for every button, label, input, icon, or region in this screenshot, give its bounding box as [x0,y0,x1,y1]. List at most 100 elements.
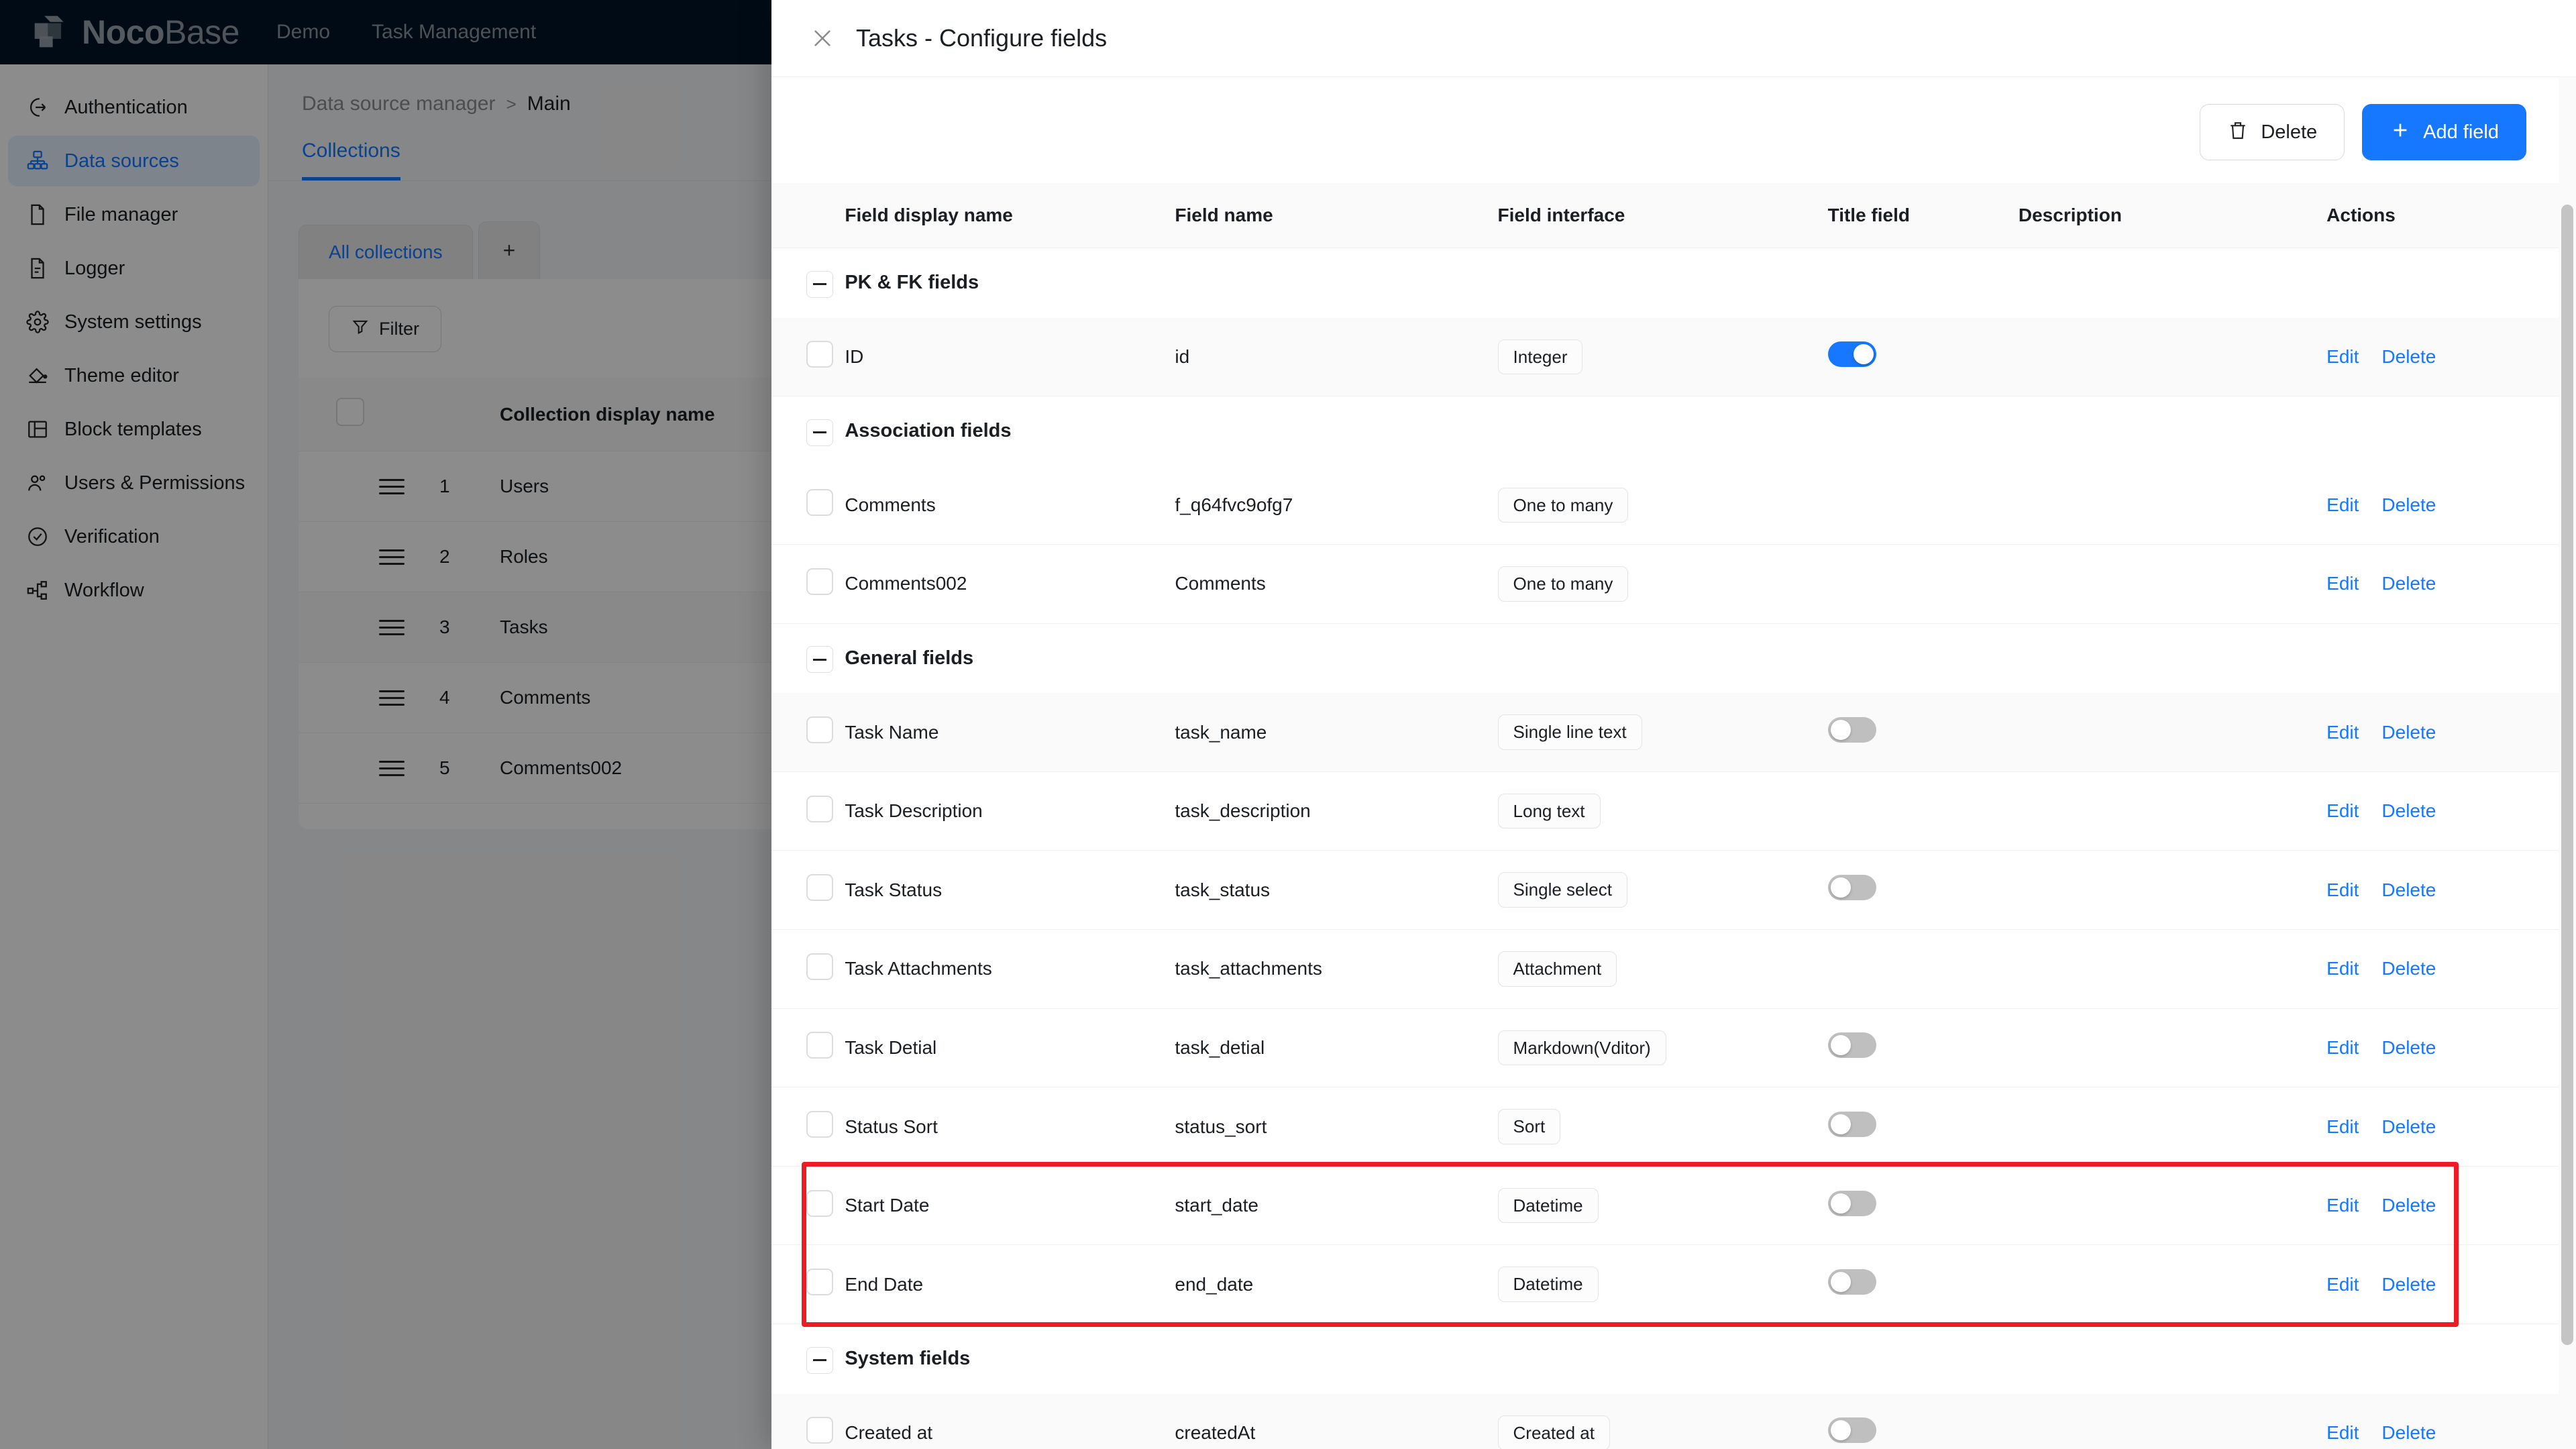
row-edit-link[interactable]: Edit [2326,958,2359,979]
table-row[interactable]: Task Detial task_detial Markdown(Vditor)… [771,1008,2576,1088]
group-header-row: Association fields [771,396,2576,466]
row-edit-link[interactable]: Edit [2326,1116,2359,1138]
collapse-group-icon[interactable] [806,419,833,446]
field-interface-tag: Sort [1497,1109,1561,1144]
row-checkbox[interactable] [806,1032,833,1059]
row-delete-link[interactable]: Delete [2381,1422,2436,1444]
row-edit-link[interactable]: Edit [2326,722,2359,743]
table-row[interactable]: Comments f_q64fvc9ofg7 One to many Edit D… [771,466,2576,545]
row-edit-link[interactable]: Edit [2326,573,2359,594]
field-interface-tag: One to many [1497,487,1629,523]
field-name: task_attachments [1175,929,1498,1009]
delete-button-label: Delete [2261,121,2318,143]
field-name: task_name [1175,693,1498,772]
field-name: end_date [1175,1244,1498,1325]
row-checkbox[interactable] [806,874,833,902]
row-checkbox[interactable] [806,795,833,822]
title-field-toggle[interactable] [1827,1032,1876,1059]
table-row[interactable]: ID id Integer Edit Delete [771,317,2576,397]
table-row[interactable]: Task Description task_description Long t… [771,771,2576,851]
title-field-toggle[interactable] [1827,717,1876,743]
field-name: start_date [1175,1166,1498,1246]
table-row[interactable]: Status Sort status_sort Sort Edit Delete [771,1087,2576,1167]
row-delete-link[interactable]: Delete [2381,800,2436,822]
row-checkbox[interactable] [806,489,833,517]
row-delete-link[interactable]: Delete [2381,1274,2436,1295]
row-checkbox[interactable] [806,341,833,368]
field-description [2018,544,2327,624]
delete-button[interactable]: Delete [2200,104,2345,160]
row-delete-link[interactable]: Delete [2381,722,2436,743]
row-edit-link[interactable]: Edit [2326,494,2359,516]
collapse-group-icon[interactable] [806,646,833,674]
add-field-button[interactable]: Add field [2362,104,2526,160]
row-edit-link[interactable]: Edit [2326,1274,2359,1295]
collapse-group-icon[interactable] [806,1346,833,1374]
field-description [2018,1087,2327,1167]
row-checkbox[interactable] [806,716,833,744]
table-row[interactable]: Comments002 Comments One to many Edit Del… [771,544,2576,624]
title-field-toggle[interactable] [1827,1269,1876,1295]
field-display-name: ID [845,317,1175,397]
select-all-header [771,183,845,248]
table-row[interactable]: Task Name task_name Single line text Edi… [771,693,2576,772]
row-edit-link[interactable]: Edit [2326,800,2359,822]
field-display-name: Task Description [845,771,1175,851]
field-interface-tag: Datetime [1497,1267,1599,1303]
row-delete-link[interactable]: Delete [2381,879,2436,901]
row-edit-link[interactable]: Edit [2326,1422,2359,1444]
close-icon[interactable] [809,25,836,52]
title-field-toggle[interactable] [1827,875,1876,901]
field-description [2018,771,2327,851]
row-checkbox[interactable] [806,1189,833,1217]
title-field-toggle[interactable] [1827,1112,1876,1138]
field-description [2018,693,2327,772]
group-header-row: System fields [771,1324,2576,1394]
field-display-name: Start Date [845,1166,1175,1246]
field-description [2018,1166,2327,1246]
title-field-toggle[interactable] [1827,1417,1876,1444]
row-checkbox[interactable] [806,1417,833,1444]
row-checkbox[interactable] [806,568,833,595]
col-actions: Actions [2326,183,2576,248]
table-row[interactable]: End Date end_date Datetime Edit Delete [771,1244,2576,1325]
row-checkbox[interactable] [806,1111,833,1138]
field-display-name: Status Sort [845,1087,1175,1167]
row-delete-link[interactable]: Delete [2381,573,2436,594]
row-delete-link[interactable]: Delete [2381,494,2436,516]
row-delete-link[interactable]: Delete [2381,958,2436,979]
field-description [2018,1244,2327,1325]
modal-scrollbar-thumb[interactable] [2561,205,2573,1345]
row-edit-link[interactable]: Edit [2326,1195,2359,1216]
row-edit-link[interactable]: Edit [2326,879,2359,901]
field-interface-tag: Datetime [1497,1187,1599,1224]
title-field-toggle[interactable] [1827,341,1876,368]
fields-table: Field display name Field name Field inte… [771,183,2576,1449]
field-name: task_detial [1175,1008,1498,1088]
modal-scrollbar-track[interactable] [2559,77,2576,1449]
modal-title: Tasks - Configure fields [856,24,1108,52]
table-row[interactable]: Task Attachments task_attachments Attach… [771,929,2576,1009]
trash-icon [2227,119,2249,145]
table-row[interactable]: Created at createdAt Created at Edit Dele… [771,1393,2576,1449]
field-description [2018,317,2327,397]
row-checkbox[interactable] [806,1269,833,1296]
app-root: NocoBase Demo Task Management Authentica… [0,0,2576,1449]
table-row[interactable]: Task Status task_status Single select Ed… [771,850,2576,930]
title-field-toggle[interactable] [1827,1190,1876,1216]
group-header-row: PK & FK fields [771,248,2576,318]
row-delete-link[interactable]: Delete [2381,1195,2436,1216]
col-description: Description [2018,183,2327,248]
row-delete-link[interactable]: Delete [2381,1116,2436,1138]
row-checkbox[interactable] [806,953,833,980]
row-delete-link[interactable]: Delete [2381,346,2436,368]
collapse-group-icon[interactable] [806,270,833,298]
table-row[interactable]: Start Date start_date Datetime Edit Delet… [771,1166,2576,1246]
row-edit-link[interactable]: Edit [2326,346,2359,368]
field-interface-tag: Attachment [1497,951,1617,987]
row-edit-link[interactable]: Edit [2326,1037,2359,1059]
field-display-name: Task Name [845,693,1175,772]
field-display-name: Comments [845,466,1175,545]
row-delete-link[interactable]: Delete [2381,1037,2436,1059]
group-label: General fields [845,647,974,669]
